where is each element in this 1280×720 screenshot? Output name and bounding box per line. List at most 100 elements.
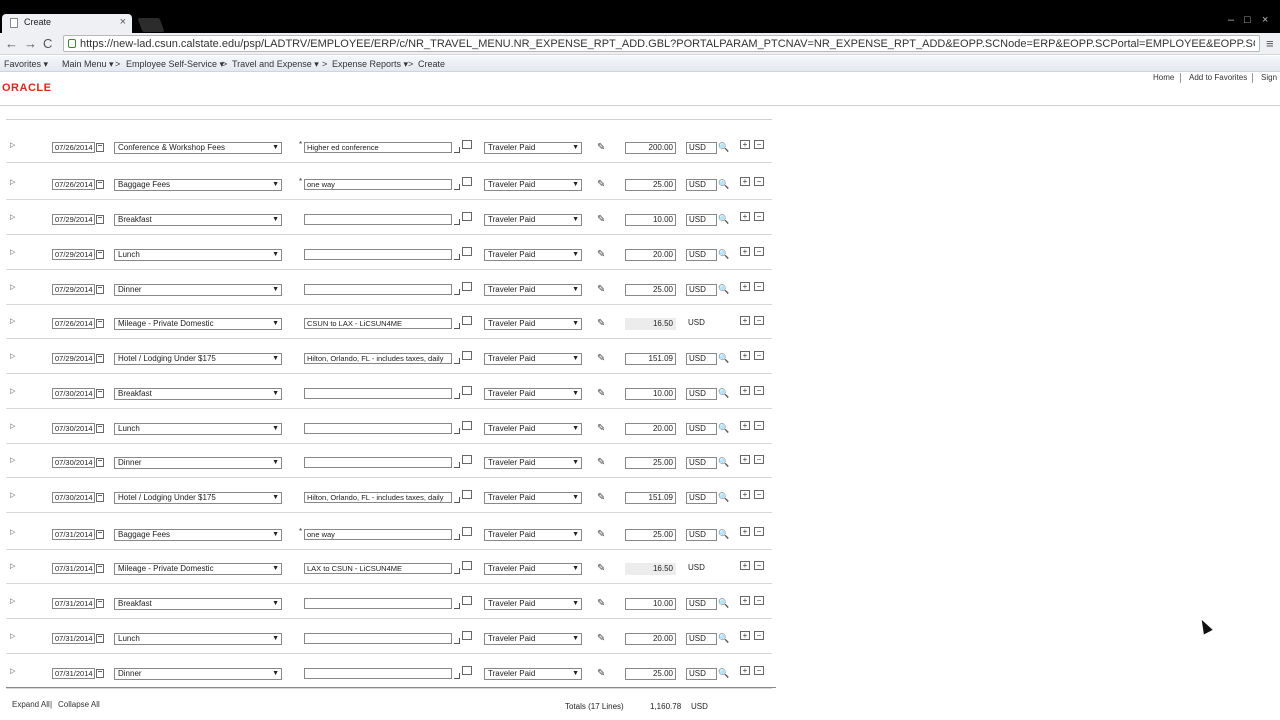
- amount-field[interactable]: 20.00: [625, 423, 676, 435]
- description-field[interactable]: [304, 668, 452, 679]
- lookup-icon[interactable]: 🔍: [718, 142, 729, 153]
- add-row-button[interactable]: +: [740, 282, 750, 291]
- expense-type-select[interactable]: Mileage - Private Domestic ▼: [114, 563, 282, 575]
- spell-check-icon[interactable]: [462, 455, 472, 464]
- calendar-icon[interactable]: [96, 180, 104, 189]
- lookup-icon[interactable]: 🔍: [718, 249, 729, 260]
- edit-details-icon[interactable]: ✎: [597, 353, 605, 364]
- delete-row-button[interactable]: −: [754, 177, 764, 186]
- payment-type-select[interactable]: Traveler Paid ▼: [484, 388, 582, 400]
- row-expand-icon[interactable]: ▷: [10, 283, 15, 291]
- collapse-all-link[interactable]: Collapse All: [58, 700, 100, 709]
- breadcrumb-travel-and-expense[interactable]: Travel and Expense ▾: [232, 59, 319, 70]
- edit-details-icon[interactable]: ✎: [597, 529, 605, 540]
- row-expand-icon[interactable]: ▷: [10, 491, 15, 499]
- calendar-icon[interactable]: [96, 424, 104, 433]
- currency-field[interactable]: USD: [686, 353, 717, 365]
- calendar-icon[interactable]: [96, 143, 104, 152]
- lookup-icon[interactable]: 🔍: [718, 633, 729, 644]
- add-row-button[interactable]: +: [740, 455, 750, 464]
- payment-type-select[interactable]: Traveler Paid ▼: [484, 457, 582, 469]
- add-row-button[interactable]: +: [740, 140, 750, 149]
- amount-field[interactable]: 25.00: [625, 668, 676, 680]
- payment-type-select[interactable]: Traveler Paid ▼: [484, 633, 582, 645]
- resize-handle-icon[interactable]: [454, 393, 460, 399]
- favorites-menu[interactable]: Favorites ▾: [4, 59, 48, 70]
- payment-type-select[interactable]: Traveler Paid ▼: [484, 598, 582, 610]
- calendar-icon[interactable]: [96, 493, 104, 502]
- currency-field[interactable]: USD: [686, 492, 717, 504]
- currency-field[interactable]: USD: [686, 529, 717, 541]
- add-row-button[interactable]: +: [740, 561, 750, 570]
- currency-field[interactable]: USD: [686, 633, 717, 645]
- expense-date-field[interactable]: 07/26/2014: [52, 142, 95, 153]
- expense-date-field[interactable]: 07/30/2014: [52, 492, 95, 503]
- amount-field[interactable]: 20.00: [625, 633, 676, 645]
- edit-details-icon[interactable]: ✎: [597, 214, 605, 225]
- payment-type-select[interactable]: Traveler Paid ▼: [484, 214, 582, 226]
- description-field[interactable]: [304, 214, 452, 225]
- lookup-icon[interactable]: 🔍: [718, 214, 729, 225]
- delete-row-button[interactable]: −: [754, 247, 764, 256]
- payment-type-select[interactable]: Traveler Paid ▼: [484, 563, 582, 575]
- expense-type-select[interactable]: Hotel / Lodging Under $175 ▼: [114, 353, 282, 365]
- edit-details-icon[interactable]: ✎: [597, 179, 605, 190]
- delete-row-button[interactable]: −: [754, 631, 764, 640]
- row-expand-icon[interactable]: ▷: [10, 352, 15, 360]
- delete-row-button[interactable]: −: [754, 596, 764, 605]
- amount-field[interactable]: 20.00: [625, 249, 676, 261]
- resize-handle-icon[interactable]: [454, 254, 460, 260]
- description-field[interactable]: [304, 457, 452, 468]
- resize-handle-icon[interactable]: [454, 428, 460, 434]
- payment-type-select[interactable]: Traveler Paid ▼: [484, 668, 582, 680]
- currency-field[interactable]: USD: [686, 668, 717, 680]
- address-bar[interactable]: https://new-lad.csun.calstate.edu/psp/LA…: [63, 35, 1260, 52]
- description-field[interactable]: Hilton, Orlando, FL - includes taxes, da…: [304, 353, 452, 364]
- calendar-icon[interactable]: [96, 319, 104, 328]
- delete-row-button[interactable]: −: [754, 527, 764, 536]
- description-field[interactable]: [304, 423, 452, 434]
- payment-type-select[interactable]: Traveler Paid ▼: [484, 179, 582, 191]
- resize-handle-icon[interactable]: [454, 462, 460, 468]
- expense-type-select[interactable]: Dinner ▼: [114, 284, 282, 296]
- amount-field[interactable]: 25.00: [625, 529, 676, 541]
- browser-tab[interactable]: Create ×: [2, 14, 132, 33]
- amount-field[interactable]: 200.00: [625, 142, 676, 154]
- window-close-icon[interactable]: ×: [1262, 14, 1268, 26]
- lookup-icon[interactable]: 🔍: [718, 598, 729, 609]
- resize-handle-icon[interactable]: [454, 147, 460, 153]
- description-field[interactable]: CSUN to LAX - LiCSUN4ME: [304, 318, 452, 329]
- expense-type-select[interactable]: Breakfast ▼: [114, 598, 282, 610]
- currency-field[interactable]: USD: [686, 457, 717, 469]
- new-tab-button[interactable]: [137, 18, 165, 32]
- expense-type-select[interactable]: Lunch ▼: [114, 249, 282, 261]
- row-expand-icon[interactable]: ▷: [10, 248, 15, 256]
- resize-handle-icon[interactable]: [454, 289, 460, 295]
- resize-handle-icon[interactable]: [454, 568, 460, 574]
- resize-handle-icon[interactable]: [454, 323, 460, 329]
- expense-type-select[interactable]: Dinner ▼: [114, 668, 282, 680]
- spell-check-icon[interactable]: [462, 421, 472, 430]
- delete-row-button[interactable]: −: [754, 421, 764, 430]
- amount-field[interactable]: 25.00: [625, 457, 676, 469]
- expense-date-field[interactable]: 07/29/2014: [52, 353, 95, 364]
- edit-details-icon[interactable]: ✎: [597, 284, 605, 295]
- edit-details-icon[interactable]: ✎: [597, 633, 605, 644]
- add-row-button[interactable]: +: [740, 666, 750, 675]
- edit-details-icon[interactable]: ✎: [597, 142, 605, 153]
- calendar-icon[interactable]: [96, 669, 104, 678]
- lookup-icon[interactable]: 🔍: [718, 423, 729, 434]
- spell-check-icon[interactable]: [462, 527, 472, 536]
- description-field[interactable]: LAX to CSUN - LiCSUN4ME: [304, 563, 452, 574]
- delete-row-button[interactable]: −: [754, 490, 764, 499]
- expense-date-field[interactable]: 07/31/2014: [52, 598, 95, 609]
- payment-type-select[interactable]: Traveler Paid ▼: [484, 492, 582, 504]
- spell-check-icon[interactable]: [462, 316, 472, 325]
- spell-check-icon[interactable]: [462, 247, 472, 256]
- add-row-button[interactable]: +: [740, 596, 750, 605]
- expense-date-field[interactable]: 07/30/2014: [52, 457, 95, 468]
- currency-field[interactable]: USD: [686, 214, 717, 226]
- payment-type-select[interactable]: Traveler Paid ▼: [484, 284, 582, 296]
- calendar-icon[interactable]: [96, 599, 104, 608]
- calendar-icon[interactable]: [96, 634, 104, 643]
